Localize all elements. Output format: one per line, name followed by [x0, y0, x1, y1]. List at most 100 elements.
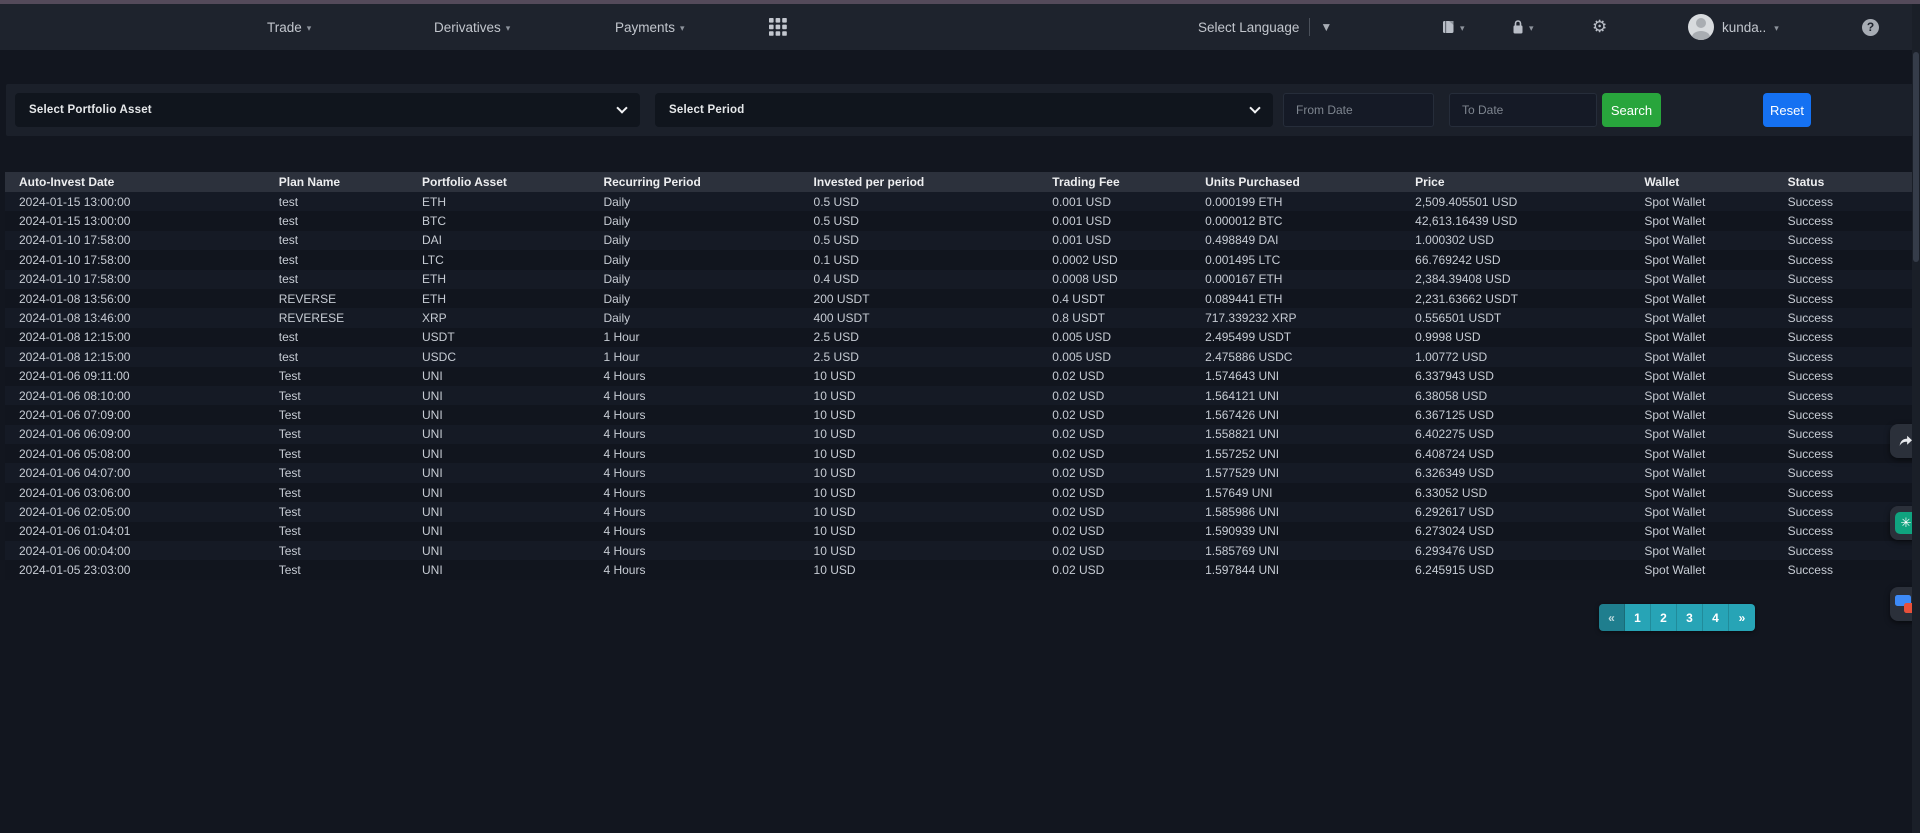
search-button[interactable]: Search: [1602, 93, 1661, 127]
table-cell: test: [265, 347, 408, 366]
table-cell: 1.567426 UNI: [1191, 405, 1401, 424]
profile-menu[interactable]: kunda.. ▾: [1688, 4, 1779, 50]
column-header-portfolio-asset: Portfolio Asset: [408, 172, 589, 192]
table-cell: Spot Wallet: [1630, 386, 1773, 405]
period-select[interactable]: Select Period: [655, 93, 1273, 127]
table-cell: 42,613.16439 USD: [1401, 211, 1630, 230]
table-row: 2024-01-15 13:00:00testBTCDaily0.5 USD0.…: [5, 211, 1915, 230]
table-cell: 6.326349 USD: [1401, 463, 1630, 482]
divider: [1309, 18, 1310, 36]
table-cell: test: [265, 231, 408, 250]
column-header-plan-name: Plan Name: [265, 172, 408, 192]
pagination-next-button[interactable]: »: [1729, 604, 1755, 631]
scrollbar-thumb[interactable]: [1913, 52, 1919, 262]
language-selector[interactable]: Select Language ▼: [1198, 4, 1332, 50]
table-cell: UNI: [408, 367, 589, 386]
period-select-value: Select Period: [669, 104, 744, 116]
table-cell: USDT: [408, 328, 589, 347]
nav-menu-payments[interactable]: Payments ▾: [615, 4, 685, 50]
table-cell: 10 USD: [800, 560, 1039, 579]
table-cell: 1.585986 UNI: [1191, 502, 1401, 521]
table-cell: Spot Wallet: [1630, 289, 1773, 308]
table-cell: UNI: [408, 463, 589, 482]
table-cell: Success: [1774, 347, 1915, 366]
table-cell: 0.000012 BTC: [1191, 211, 1401, 230]
table-cell: Spot Wallet: [1630, 192, 1773, 211]
apps-grid-button[interactable]: [769, 4, 787, 50]
pagination: « 1234 »: [1599, 604, 1755, 631]
pagination-page-3-button[interactable]: 3: [1677, 604, 1703, 631]
table-cell: 1 Hour: [589, 328, 799, 347]
portfolio-asset-select-value: Select Portfolio Asset: [29, 104, 152, 116]
column-header-trading-fee: Trading Fee: [1038, 172, 1191, 192]
table-cell: 2024-01-06 06:09:00: [5, 425, 265, 444]
table-cell: Success: [1774, 250, 1915, 269]
wallet-menu-button[interactable]: ▾: [1441, 4, 1465, 50]
chevron-down-icon: ▾: [307, 22, 312, 33]
pagination-page-1-button[interactable]: 1: [1625, 604, 1651, 631]
table-row: 2024-01-10 17:58:00testETHDaily0.4 USD0.…: [5, 270, 1915, 289]
table-cell: 0.9998 USD: [1401, 328, 1630, 347]
table-cell: 1.000302 USD: [1401, 231, 1630, 250]
table-row: 2024-01-06 07:09:00TestUNI4 Hours10 USD0…: [5, 405, 1915, 424]
table-cell: Daily: [589, 308, 799, 327]
table-cell: 2024-01-06 02:05:00: [5, 502, 265, 521]
table-cell: 0.0008 USD: [1038, 270, 1191, 289]
nav-menu-derivatives[interactable]: Derivatives ▾: [434, 4, 510, 50]
table-cell: 2024-01-10 17:58:00: [5, 250, 265, 269]
table-cell: Spot Wallet: [1630, 541, 1773, 560]
table-cell: Test: [265, 502, 408, 521]
table-cell: 10 USD: [800, 425, 1039, 444]
column-header-units-purchased: Units Purchased: [1191, 172, 1401, 192]
table-cell: UNI: [408, 560, 589, 579]
pagination-page-4-button[interactable]: 4: [1703, 604, 1729, 631]
table-cell: 4 Hours: [589, 522, 799, 541]
table-cell: 4 Hours: [589, 367, 799, 386]
column-header-wallet: Wallet: [1630, 172, 1773, 192]
table-cell: 2,231.63662 USDT: [1401, 289, 1630, 308]
table-cell: 0.5 USD: [800, 231, 1039, 250]
security-menu-button[interactable]: ▾: [1511, 4, 1534, 50]
table-cell: 1.574643 UNI: [1191, 367, 1401, 386]
help-button[interactable]: ?: [1862, 4, 1879, 50]
to-date-input[interactable]: [1449, 93, 1597, 127]
table-row: 2024-01-06 05:08:00TestUNI4 Hours10 USD0…: [5, 444, 1915, 463]
table-cell: Test: [265, 425, 408, 444]
table-row: 2024-01-06 06:09:00TestUNI4 Hours10 USD0…: [5, 425, 1915, 444]
table-cell: Test: [265, 367, 408, 386]
table-cell: 2024-01-06 09:11:00: [5, 367, 265, 386]
table-cell: ETH: [408, 270, 589, 289]
table-cell: XRP: [408, 308, 589, 327]
nav-menu-trade[interactable]: Trade ▾: [267, 4, 311, 50]
table-cell: BTC: [408, 211, 589, 230]
table-cell: 2024-01-08 13:46:00: [5, 308, 265, 327]
from-date-input[interactable]: [1283, 93, 1434, 127]
table-cell: 4 Hours: [589, 541, 799, 560]
portfolio-asset-select[interactable]: Select Portfolio Asset: [15, 93, 640, 127]
table-cell: 4 Hours: [589, 386, 799, 405]
table-cell: 6.38058 USD: [1401, 386, 1630, 405]
column-header-status: Status: [1774, 172, 1915, 192]
table-cell: 2024-01-06 08:10:00: [5, 386, 265, 405]
chevron-down-icon: ▾: [1774, 22, 1779, 33]
chevron-down-icon: ▾: [1460, 22, 1465, 33]
table-cell: test: [265, 192, 408, 211]
nav-menu-payments-label: Payments: [615, 20, 675, 35]
table-row: 2024-01-06 08:10:00TestUNI4 Hours10 USD0…: [5, 386, 1915, 405]
reset-button[interactable]: Reset: [1763, 93, 1811, 127]
table-row: 2024-01-10 17:58:00testLTCDaily0.1 USD0.…: [5, 250, 1915, 269]
table-cell: 2024-01-06 04:07:00: [5, 463, 265, 482]
pagination-prev-button[interactable]: «: [1599, 604, 1625, 631]
table-cell: 1.590939 UNI: [1191, 522, 1401, 541]
table-row: 2024-01-08 12:15:00testUSDT1 Hour2.5 USD…: [5, 328, 1915, 347]
lock-icon: [1511, 19, 1525, 35]
table-cell: Success: [1774, 328, 1915, 347]
settings-button[interactable]: ⚙: [1592, 4, 1607, 50]
table-row: 2024-01-06 01:04:01TestUNI4 Hours10 USD0…: [5, 522, 1915, 541]
table-cell: 2024-01-06 07:09:00: [5, 405, 265, 424]
scrollbar-track[interactable]: [1912, 4, 1920, 833]
chevron-down-icon: ▾: [506, 22, 511, 33]
language-selector-label: Select Language: [1198, 20, 1299, 35]
pagination-page-2-button[interactable]: 2: [1651, 604, 1677, 631]
language-caret-icon: ▼: [1320, 20, 1332, 34]
